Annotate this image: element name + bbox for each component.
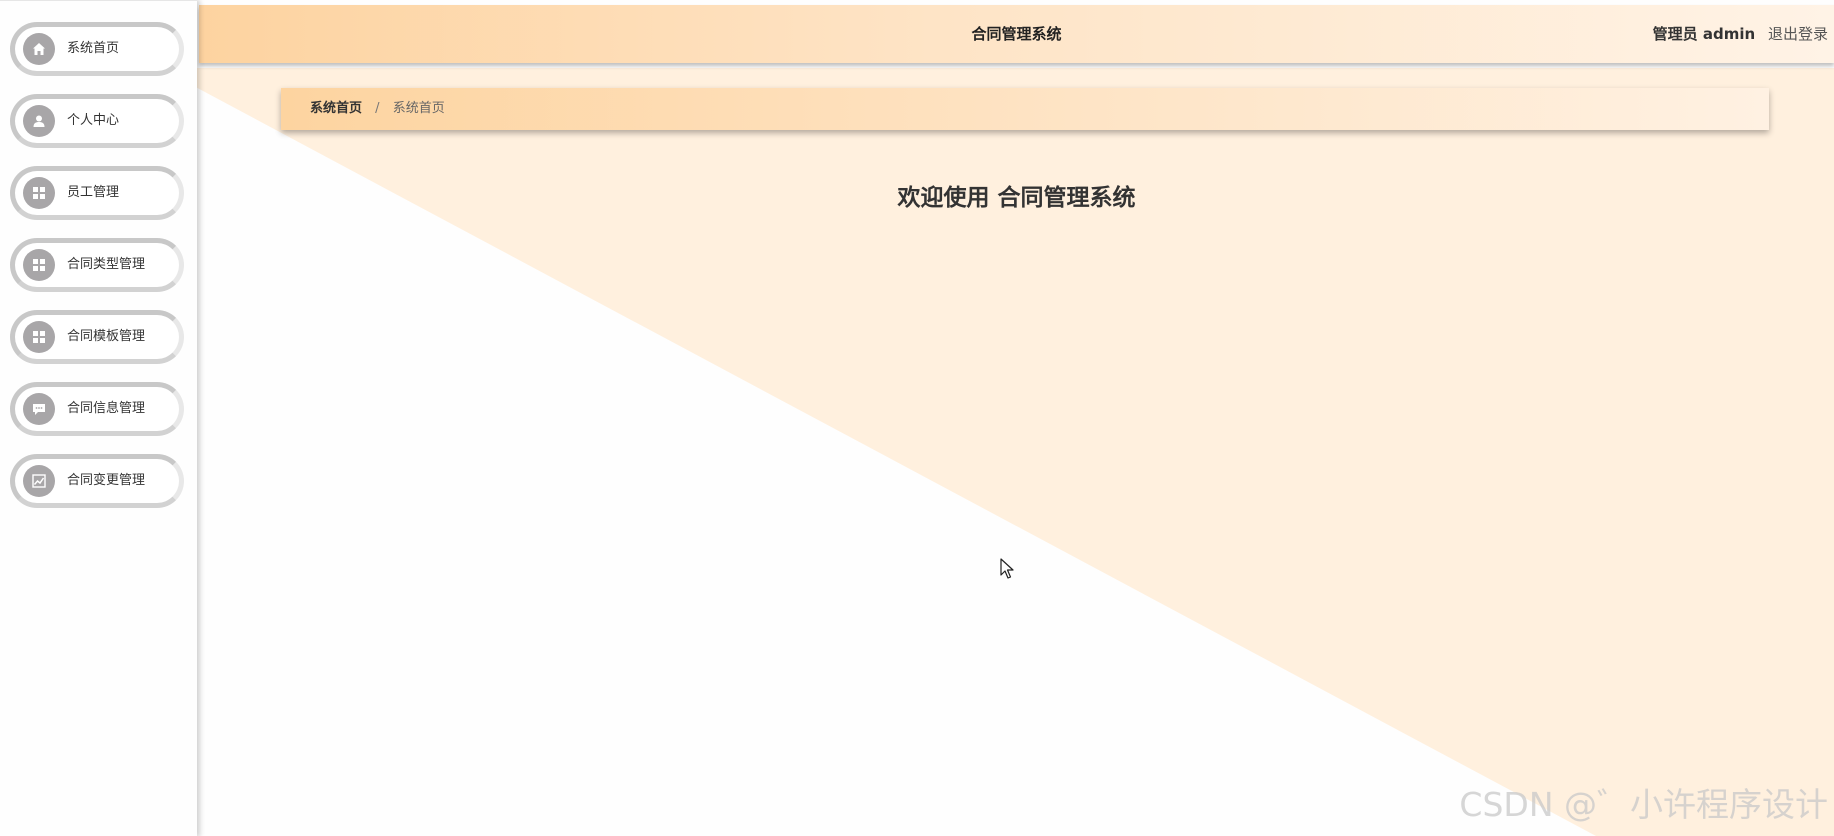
app-title: 合同管理系统 [971,25,1062,43]
sidebar-item-home[interactable]: 系统首页 [10,22,184,76]
grid-icon [23,321,55,353]
sidebar-item-label: 个人中心 [67,113,120,128]
breadcrumb-separator: / [375,101,380,116]
sidebar-item-label: 员工管理 [67,185,120,200]
sidebar-item-label: 合同类型管理 [67,257,146,272]
breadcrumb-current: 系统首页 [392,101,445,116]
sidebar-item-contract-types[interactable]: 合同类型管理 [10,238,184,292]
sidebar-item-label: 合同信息管理 [67,401,146,416]
grid-icon [23,177,55,209]
sidebar-item-label: 系统首页 [67,41,120,56]
app-root: 系统首页 个人中心 员工管理 合同类型管理 合同模板管理 合同信息管理 合同变更… [0,0,1834,836]
sidebar-item-contract-templates[interactable]: 合同模板管理 [10,310,184,364]
grid-icon [23,249,55,281]
sidebar-item-contract-info[interactable]: 合同信息管理 [10,382,184,436]
sidebar-item-employees[interactable]: 员工管理 [10,166,184,220]
watermark: CSDN @゛小许程序设计 [1459,785,1828,824]
chat-icon [23,393,55,425]
mouse-cursor-icon [1000,558,1014,579]
user-icon [23,105,55,137]
sidebar-item-label: 合同模板管理 [67,329,146,344]
current-user-label: 管理员 admin [1652,25,1756,43]
sidebar-item-profile[interactable]: 个人中心 [10,94,184,148]
sidebar-item-contract-changes[interactable]: 合同变更管理 [10,454,184,508]
home-icon [23,33,55,65]
logout-link[interactable]: 退出登录 [1768,25,1828,43]
welcome-heading: 欢迎使用 合同管理系统 [897,185,1136,211]
top-header: 合同管理系统 管理员 admin 退出登录 [199,5,1834,63]
user-area: 管理员 admin 退出登录 [1653,5,1828,63]
sidebar: 系统首页 个人中心 员工管理 合同类型管理 合同模板管理 合同信息管理 合同变更… [0,0,197,836]
chart-icon [23,465,55,497]
sidebar-item-label: 合同变更管理 [67,473,146,488]
breadcrumb-home-link[interactable]: 系统首页 [310,101,362,116]
breadcrumb: 系统首页 / 系统首页 [281,88,1769,130]
